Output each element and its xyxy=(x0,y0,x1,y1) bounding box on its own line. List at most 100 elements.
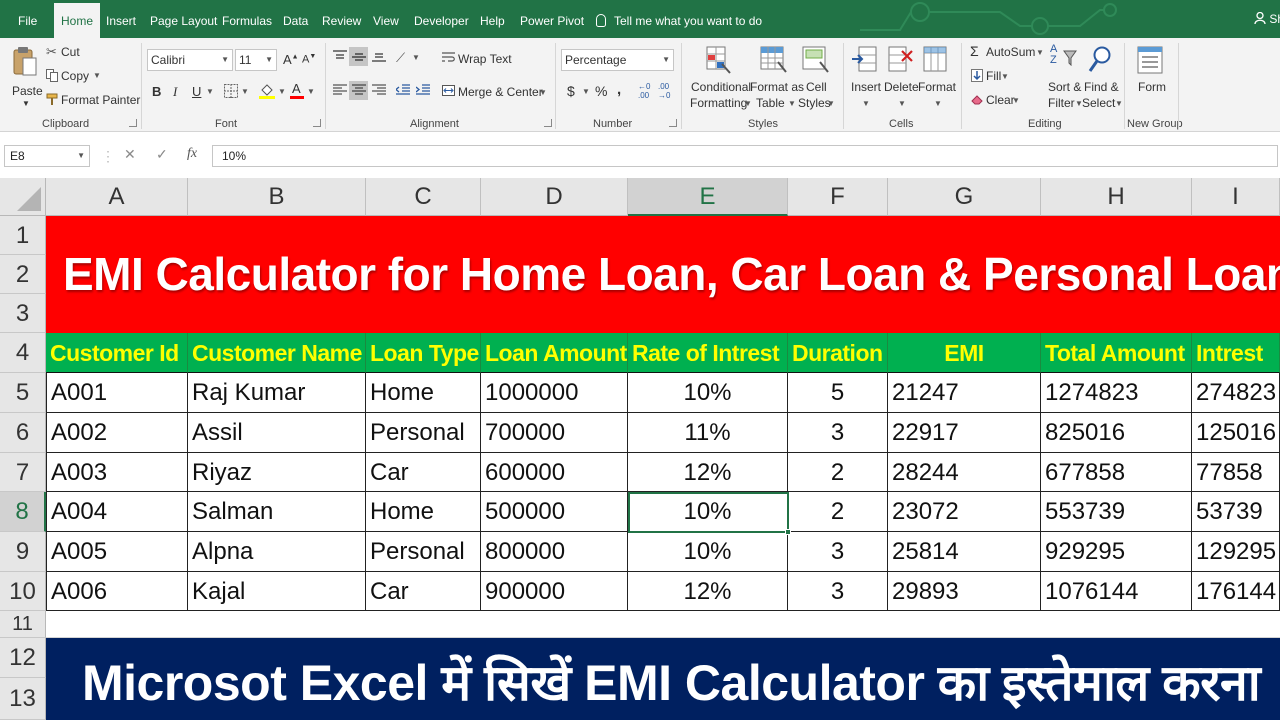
cell-a7[interactable]: A003 xyxy=(46,453,188,492)
cell-g8[interactable]: 23072 xyxy=(888,492,1041,532)
column-header-b[interactable]: B xyxy=(188,178,366,216)
cell-f8[interactable]: 2 xyxy=(788,492,888,532)
cell-h7[interactable]: 677858 xyxy=(1041,453,1192,492)
cell-d6[interactable]: 700000 xyxy=(481,413,628,453)
footer-banner[interactable]: Microsot Excel में सिखें EMI Calculator … xyxy=(46,638,1280,720)
tab-home[interactable]: Home xyxy=(54,3,101,38)
cell-c8[interactable]: Home xyxy=(366,492,481,532)
dialog-launcher-icon[interactable] xyxy=(313,119,321,127)
font-name-select[interactable]: Calibri ▼ xyxy=(147,49,233,71)
align-center-button[interactable] xyxy=(349,81,368,100)
cell-h8[interactable]: 553739 xyxy=(1041,492,1192,532)
tab-review[interactable]: Review xyxy=(322,0,361,38)
column-header-c[interactable]: C xyxy=(366,178,481,216)
tab-view[interactable]: View xyxy=(373,0,399,38)
worksheet-grid[interactable]: ABCDEFGHI 1 2 3 4 5 6 7 8 9 10 11 12 13 EMI Calculat… xyxy=(0,178,1280,720)
align-top-icon[interactable] xyxy=(333,50,347,62)
column-header-d[interactable]: D xyxy=(481,178,628,216)
tab-help[interactable]: Help xyxy=(480,0,505,38)
cell-i10[interactable]: 176144 xyxy=(1192,572,1280,611)
cell-c6[interactable]: Personal xyxy=(366,413,481,453)
row-header-5[interactable]: 5 xyxy=(0,373,46,413)
cell-g10[interactable]: 29893 xyxy=(888,572,1041,611)
cut-button[interactable]: ✂ Cut xyxy=(46,44,106,62)
cell-a5[interactable]: A001 xyxy=(46,373,188,413)
decrease-indent-icon[interactable] xyxy=(396,84,410,96)
conditional-formatting-button[interactable]: Conditional Formatting ▼ xyxy=(688,44,752,114)
cell-a10[interactable]: A006 xyxy=(46,572,188,611)
decrease-font-size-button[interactable]: A▼ xyxy=(302,53,316,66)
dialog-launcher-icon[interactable] xyxy=(544,119,552,127)
percent-style-button[interactable]: % xyxy=(595,83,607,99)
tab-power-pivot[interactable]: Power Pivot xyxy=(520,0,584,38)
header-cell-customer-name[interactable]: Customer Name xyxy=(188,333,366,373)
cancel-icon[interactable]: ✕ xyxy=(124,146,136,163)
row-header-1[interactable]: 1 xyxy=(0,216,46,255)
clear-button[interactable]: Clear ▼ xyxy=(970,92,1030,110)
header-cell-total-amount[interactable]: Total Amount xyxy=(1041,333,1192,373)
cell-i9[interactable]: 129295 xyxy=(1192,532,1280,572)
cell-f6[interactable]: 3 xyxy=(788,413,888,453)
cell-d7[interactable]: 600000 xyxy=(481,453,628,492)
cell-b8[interactable]: Salman xyxy=(188,492,366,532)
column-header-h[interactable]: H xyxy=(1041,178,1192,216)
cell-h6[interactable]: 825016 xyxy=(1041,413,1192,453)
cell-b10[interactable]: Kajal xyxy=(188,572,366,611)
format-painter-button[interactable]: Format Painter xyxy=(46,92,140,110)
italic-button[interactable]: I xyxy=(173,84,177,100)
cell-d9[interactable]: 800000 xyxy=(481,532,628,572)
row-header-12[interactable]: 12 xyxy=(0,638,46,678)
cell-f9[interactable]: 3 xyxy=(788,532,888,572)
column-header-a[interactable]: A xyxy=(46,178,188,216)
cell-c7[interactable]: Car xyxy=(366,453,481,492)
tab-file[interactable]: File xyxy=(18,0,37,38)
cell-c10[interactable]: Car xyxy=(366,572,481,611)
cell-styles-button[interactable]: Cell Styles ▼ xyxy=(798,44,838,114)
font-color-icon[interactable]: A xyxy=(290,81,304,99)
cell-f5[interactable]: 5 xyxy=(788,373,888,413)
column-header-i[interactable]: I xyxy=(1192,178,1280,216)
sort-filter-button[interactable]: AZ Sort & Filter ▼ xyxy=(1046,44,1084,114)
cell-h9[interactable]: 929295 xyxy=(1041,532,1192,572)
cell-b7[interactable]: Riyaz xyxy=(188,453,366,492)
align-right-icon[interactable] xyxy=(372,84,386,96)
cell-g5[interactable]: 21247 xyxy=(888,373,1041,413)
tab-insert[interactable]: Insert xyxy=(106,0,136,38)
column-header-f[interactable]: F xyxy=(788,178,888,216)
title-banner[interactable]: EMI Calculator for Home Loan, Car Loan &… xyxy=(46,216,1280,333)
cell-d8[interactable]: 500000 xyxy=(481,492,628,532)
cell-e9[interactable]: 10% xyxy=(628,532,788,572)
header-cell-loan-amount[interactable]: Loan Amount xyxy=(481,333,628,373)
row-header-10[interactable]: 10 xyxy=(0,572,46,611)
cell-h5[interactable]: 1274823 xyxy=(1041,373,1192,413)
header-cell-intrest[interactable]: Intrest xyxy=(1192,333,1280,373)
cell-i5[interactable]: 274823 xyxy=(1192,373,1280,413)
cell-b9[interactable]: Alpna xyxy=(188,532,366,572)
resize-handle-icon[interactable]: ⋮ xyxy=(101,148,115,165)
autosum-button[interactable]: Σ AutoSum ▼ xyxy=(970,43,1044,62)
cell-b6[interactable]: Assil xyxy=(188,413,366,453)
cell-i7[interactable]: 77858 xyxy=(1192,453,1280,492)
row-header-8[interactable]: 8 xyxy=(0,492,46,532)
format-cells-button[interactable]: Format ▼ xyxy=(918,44,956,114)
tab-formulas[interactable]: Formulas xyxy=(222,0,272,38)
tell-me-search[interactable]: Tell me what you want to do xyxy=(596,0,762,38)
cell-c9[interactable]: Personal xyxy=(366,532,481,572)
cell-e6[interactable]: 11% xyxy=(628,413,788,453)
name-box[interactable]: E8 ▼ xyxy=(4,145,90,167)
cell-h10[interactable]: 1076144 xyxy=(1041,572,1192,611)
fill-color-icon[interactable] xyxy=(259,82,275,99)
tab-developer[interactable]: Developer xyxy=(414,0,469,38)
cell-e8[interactable]: 10% xyxy=(628,492,788,532)
delete-cells-button[interactable]: Delete ▼ xyxy=(884,44,919,114)
insert-function-icon[interactable]: fx xyxy=(187,146,197,162)
wrap-text-button[interactable]: Wrap Text xyxy=(442,50,542,68)
increase-font-size-button[interactable]: A▲ xyxy=(283,52,299,67)
font-size-select[interactable]: 11 ▼ xyxy=(235,49,277,71)
empty-row[interactable] xyxy=(46,611,1280,638)
tab-page-layout[interactable]: Page Layout xyxy=(150,0,217,38)
select-all-button[interactable] xyxy=(0,178,46,216)
find-select-button[interactable]: Find & Select ▼ xyxy=(1082,44,1123,114)
header-cell-rate-of-intrest[interactable]: Rate of Intrest xyxy=(628,333,788,373)
cell-a6[interactable]: A002 xyxy=(46,413,188,453)
